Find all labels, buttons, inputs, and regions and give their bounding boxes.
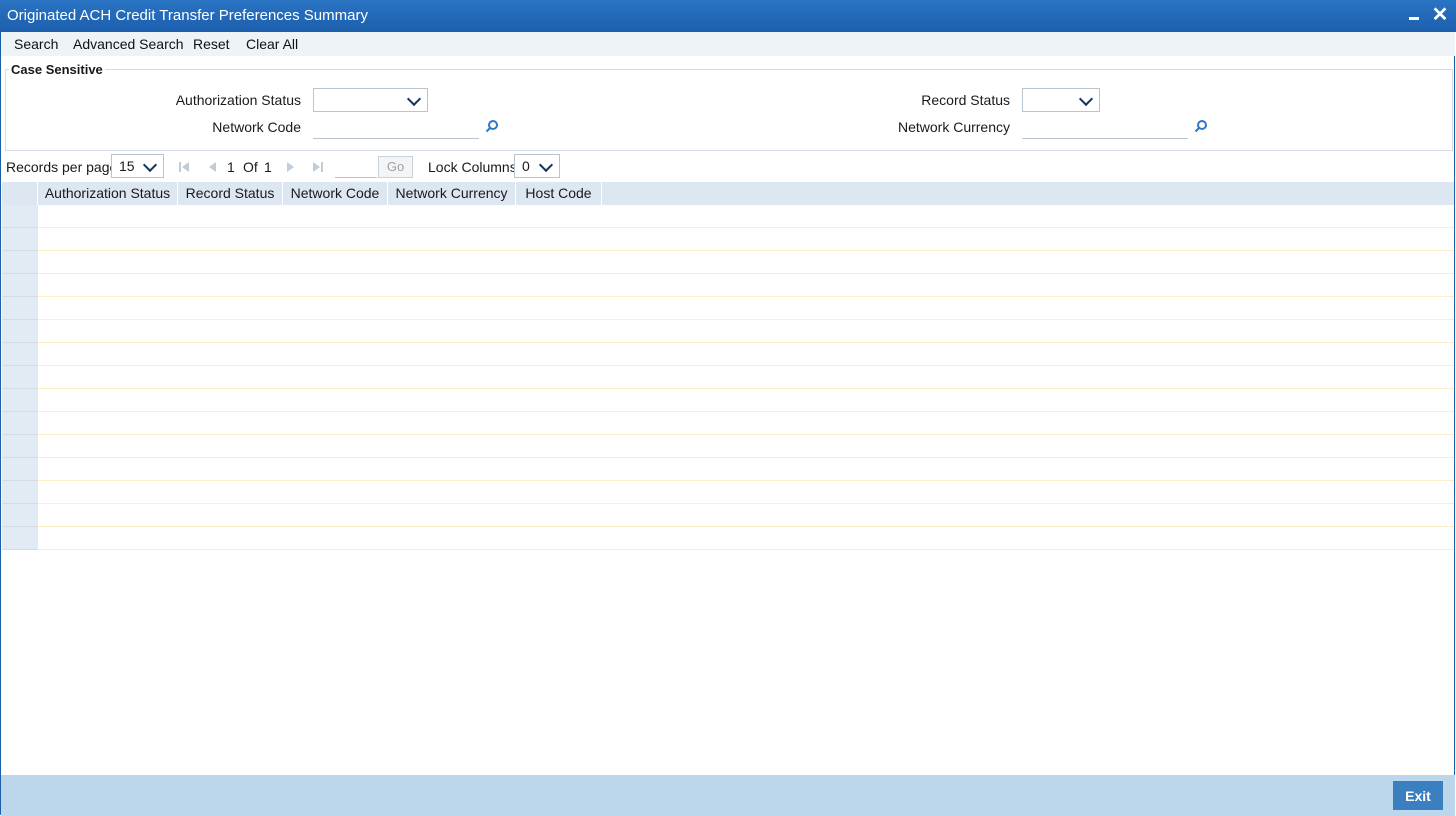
table-row[interactable] xyxy=(38,320,1454,343)
clear-all-menu-item[interactable]: Clear All xyxy=(246,36,298,52)
search-icon[interactable] xyxy=(485,119,499,133)
reset-menu-item[interactable]: Reset xyxy=(193,36,230,52)
chevron-down-icon xyxy=(1078,91,1094,107)
search-icon[interactable] xyxy=(1194,119,1208,133)
table-row[interactable] xyxy=(38,458,1454,481)
column-header-network-code[interactable]: Network Code xyxy=(283,182,388,205)
row-selector[interactable] xyxy=(2,228,38,251)
records-per-page-select[interactable]: 15 xyxy=(111,154,164,178)
table-row[interactable] xyxy=(38,297,1454,320)
last-page-icon[interactable] xyxy=(311,160,325,174)
table-row[interactable] xyxy=(38,205,1454,228)
table-row[interactable] xyxy=(38,412,1454,435)
first-page-icon[interactable] xyxy=(177,160,191,174)
row-selector[interactable] xyxy=(2,297,38,320)
minimize-icon[interactable] xyxy=(1404,5,1424,25)
row-selector[interactable] xyxy=(2,320,38,343)
of-label: Of xyxy=(243,159,258,175)
window-title: Originated ACH Credit Transfer Preferenc… xyxy=(7,7,368,24)
row-selector[interactable] xyxy=(2,412,38,435)
row-selector[interactable] xyxy=(2,343,38,366)
lock-columns-label: Lock Columns xyxy=(428,159,517,175)
table-row[interactable] xyxy=(38,228,1454,251)
column-header-host-code[interactable]: Host Code xyxy=(516,182,602,205)
select-all-column[interactable] xyxy=(2,182,38,205)
chevron-down-icon xyxy=(406,91,422,107)
advanced-search-menu-item[interactable]: Advanced Search xyxy=(73,36,184,52)
records-per-page-value: 15 xyxy=(119,158,135,174)
results-grid-header: Authorization Status Record Status Netwo… xyxy=(2,182,1454,205)
menu-bar: Search Advanced Search Reset Clear All xyxy=(1,32,1455,56)
network-code-input[interactable] xyxy=(313,116,479,139)
chevron-down-icon xyxy=(538,157,554,173)
table-row[interactable] xyxy=(38,343,1454,366)
lock-columns-value: 0 xyxy=(522,158,530,174)
row-selector[interactable] xyxy=(2,205,38,228)
row-selector[interactable] xyxy=(2,274,38,297)
table-row[interactable] xyxy=(38,274,1454,297)
row-selector[interactable] xyxy=(2,504,38,527)
records-per-page-label: Records per page xyxy=(6,159,118,175)
record-status-select[interactable] xyxy=(1022,88,1100,112)
table-row[interactable] xyxy=(38,435,1454,458)
record-status-label: Record Status xyxy=(921,92,1010,108)
chevron-down-icon xyxy=(142,157,158,173)
table-row[interactable] xyxy=(38,481,1454,504)
exit-button[interactable]: Exit xyxy=(1393,781,1443,810)
case-sensitive-legend: Case Sensitive xyxy=(9,62,105,77)
go-button[interactable]: Go xyxy=(378,156,413,178)
network-currency-input[interactable] xyxy=(1022,116,1188,139)
authorization-status-label: Authorization Status xyxy=(175,92,301,108)
table-row[interactable] xyxy=(38,366,1454,389)
column-header-record-status[interactable]: Record Status xyxy=(178,182,283,205)
table-row[interactable] xyxy=(38,251,1454,274)
previous-page-icon[interactable] xyxy=(205,160,219,174)
network-currency-label: Network Currency xyxy=(897,119,1010,135)
row-selector[interactable] xyxy=(2,435,38,458)
row-selector[interactable] xyxy=(2,458,38,481)
column-header-network-currency[interactable]: Network Currency xyxy=(388,182,516,205)
close-icon[interactable]: ✕ xyxy=(1430,5,1450,25)
row-selector[interactable] xyxy=(2,481,38,504)
table-row[interactable] xyxy=(38,389,1454,412)
row-selector-column xyxy=(2,205,38,550)
results-grid-body xyxy=(38,205,1454,550)
next-page-icon[interactable] xyxy=(284,160,298,174)
go-to-page-input[interactable] xyxy=(335,157,377,178)
column-header-authorization-status[interactable]: Authorization Status xyxy=(38,182,178,205)
current-page: 1 xyxy=(227,159,235,175)
table-row[interactable] xyxy=(38,504,1454,527)
network-code-label: Network Code xyxy=(212,119,301,135)
lock-columns-select[interactable]: 0 xyxy=(514,154,560,178)
search-menu-item[interactable]: Search xyxy=(14,36,58,52)
row-selector[interactable] xyxy=(2,251,38,274)
row-selector[interactable] xyxy=(2,389,38,412)
total-pages: 1 xyxy=(264,159,272,175)
search-criteria-panel xyxy=(5,69,1453,151)
title-bar: Originated ACH Credit Transfer Preferenc… xyxy=(0,0,1456,32)
authorization-status-select[interactable] xyxy=(313,88,428,112)
footer-bar xyxy=(1,775,1455,816)
row-selector[interactable] xyxy=(2,366,38,389)
row-selector[interactable] xyxy=(2,527,38,550)
table-row[interactable] xyxy=(38,527,1454,550)
